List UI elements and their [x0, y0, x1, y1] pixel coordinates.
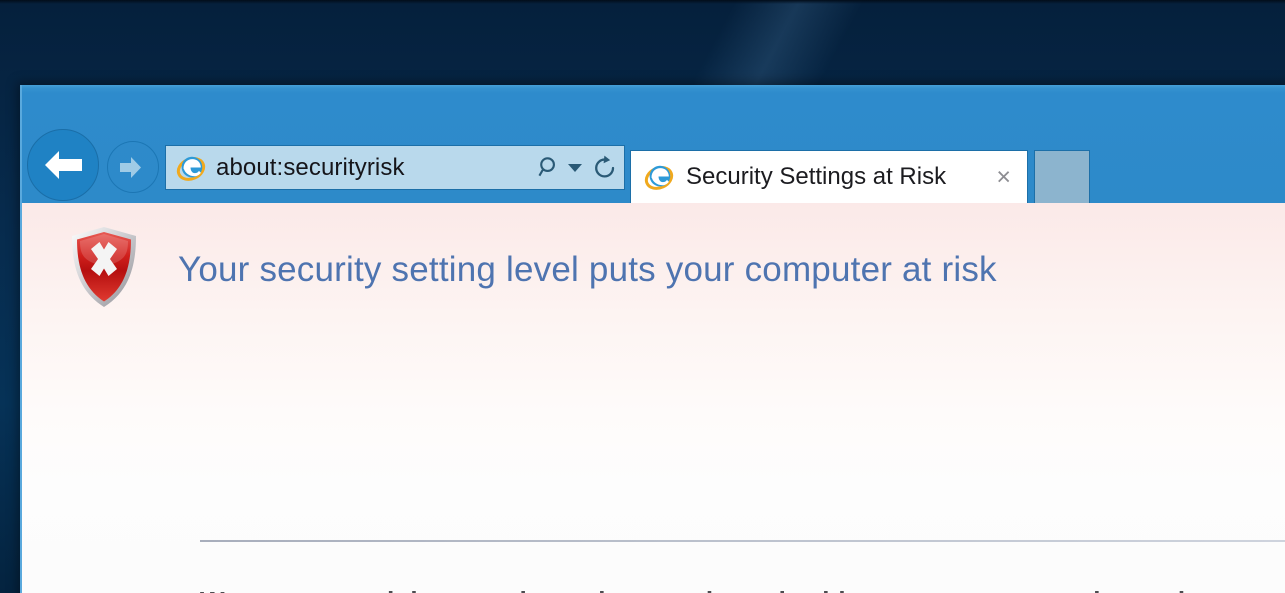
tab-title: Security Settings at Risk — [686, 163, 947, 190]
close-icon[interactable]: × — [996, 164, 1011, 190]
desktop-background: about:securityrisk Security Settings at … — [0, 0, 1285, 593]
back-button[interactable] — [27, 129, 99, 201]
forward-button[interactable] — [107, 141, 159, 193]
internet-explorer-icon — [176, 153, 206, 183]
search-icon[interactable] — [537, 155, 562, 180]
red-shield-error-icon — [68, 224, 140, 315]
page-hero: Your security setting level puts your co… — [22, 220, 1285, 315]
page-content: Your security setting level puts your co… — [22, 203, 1285, 593]
refresh-icon[interactable] — [592, 155, 618, 181]
browser-chrome: about:securityrisk Security Settings at … — [22, 85, 1285, 203]
forward-arrow-icon — [119, 156, 141, 178]
chevron-down-icon[interactable] — [568, 163, 582, 172]
back-arrow-icon — [45, 151, 82, 179]
address-input[interactable]: about:securityrisk — [216, 154, 537, 182]
divider — [200, 540, 1285, 542]
tab-security-settings-at-risk[interactable]: Security Settings at Risk × — [630, 150, 1028, 203]
address-bar[interactable]: about:securityrisk — [165, 145, 625, 190]
internet-explorer-icon — [644, 162, 674, 192]
new-tab-button[interactable] — [1034, 150, 1090, 203]
browser-window: about:securityrisk Security Settings at … — [20, 85, 1285, 593]
page-title: Your security setting level puts your co… — [178, 250, 997, 289]
recommendation-text: We recommend that you do not browse the … — [200, 586, 1217, 593]
